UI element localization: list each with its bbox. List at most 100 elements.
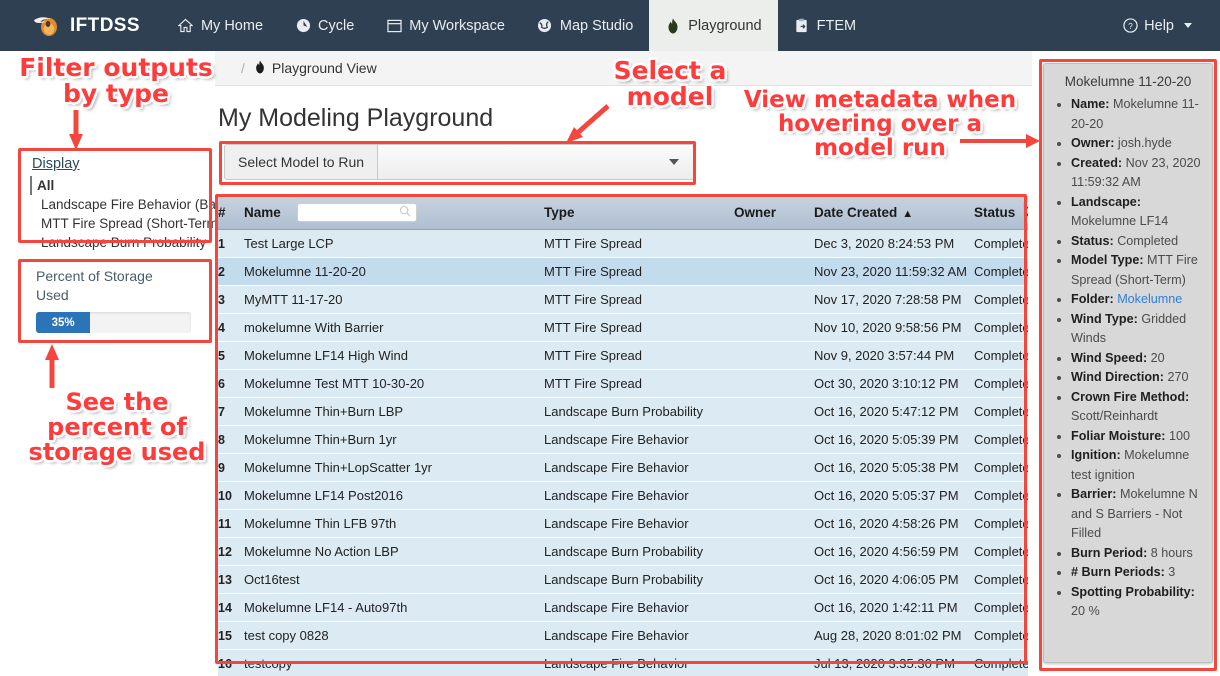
cell-owner (734, 649, 814, 676)
nav-item-cycle[interactable]: Cycle (279, 0, 370, 51)
cell-number: 3 (218, 285, 244, 314)
brand-logo-group[interactable]: IFTDSS (0, 0, 162, 51)
filter-item-landscape-burn-probability[interactable]: Landscape Burn Probability (32, 233, 212, 252)
table-row[interactable]: 8 Mokelumne Thin+Burn 1yr Landscape Fire B… (218, 425, 1028, 454)
storage-label-line1: Percent of Storage (36, 268, 153, 284)
model-runs-table: # Name Type Owner Date Created ▲ Status … (218, 196, 1028, 676)
table-row[interactable]: 14 Mokelumne LF14 - Auto97th Landscape Fir… (218, 593, 1028, 622)
metadata-key: Burn Period: (1071, 545, 1151, 560)
cell-name: Mokelumne 11-20-20 (244, 257, 544, 286)
column-header-date-created[interactable]: Date Created ▲ (814, 196, 974, 230)
breadcrumb-item-playground-view[interactable]: Playground View (254, 60, 377, 77)
filter-item-landscape-fire-behavior[interactable]: Landscape Fire Behavior (Basic) (32, 195, 237, 214)
cell-status: Completed (974, 621, 1028, 650)
nav-item-my-workspace[interactable]: My Workspace (370, 0, 521, 51)
cell-name: Mokelumne LF14 High Wind (244, 341, 544, 370)
cell-status: Completed (974, 369, 1028, 398)
metadata-value: 100 (1168, 428, 1190, 443)
cell-name: Mokelumne Thin LFB 97th (244, 509, 544, 538)
name-search-input[interactable] (296, 203, 417, 222)
cell-date: Aug 28, 2020 8:01:02 PM (814, 621, 974, 650)
cell-owner (734, 481, 814, 510)
storage-usage-panel: Percent of Storage Used 35% (22, 263, 212, 343)
nav-item-map-studio[interactable]: Map Studio (521, 0, 649, 51)
metadata-list: Name: Mokelumne 11-20-20Owner: josh.hyde… (1054, 95, 1202, 622)
table-row[interactable]: 3 MyMTT 11-17-20 MTT Fire Spread Nov 17, 20… (218, 285, 1028, 314)
table-row[interactable]: 15 test copy 0828 Landscape Fire Behavior A… (218, 621, 1028, 650)
metadata-key: Model Type: (1071, 253, 1148, 267)
filter-item-all[interactable]: All (30, 176, 212, 195)
table-row[interactable]: 2 Mokelumne 11-20-20 MTT Fire Spread Nov 23… (218, 257, 1028, 286)
metadata-key: Wind Type: (1071, 311, 1142, 326)
cell-name: test copy 0828 (244, 621, 544, 650)
model-run-metadata-panel: Mokelumne 11-20-20 Name: Mokelumne 11-20… (1043, 63, 1213, 663)
window-icon (386, 18, 402, 34)
metadata-key: Barrier: (1071, 487, 1120, 501)
table-row[interactable]: 1 Test Large LCP MTT Fire Spread Dec 3, 202… (218, 229, 1028, 258)
column-header-status-label[interactable]: Status (974, 205, 1015, 220)
storage-progress-bar: 35% (36, 312, 191, 333)
table-row[interactable]: 10 Mokelumne LF14 Post2016 Landscape Fire … (218, 481, 1028, 510)
display-filter-title[interactable]: Display (32, 156, 80, 172)
nav-label-map-studio: Map Studio (559, 17, 634, 34)
cell-number: 12 (218, 537, 244, 566)
cell-owner (734, 565, 814, 594)
table-row[interactable]: 5 Mokelumne LF14 High Wind MTT Fire Spread… (218, 341, 1028, 370)
cell-owner (734, 425, 814, 454)
nav-item-playground[interactable]: Playground (649, 0, 778, 51)
column-header-name-label[interactable]: Name (244, 205, 281, 220)
cell-name: Mokelumne No Action LBP (244, 537, 544, 566)
metadata-title: Mokelumne 11-20-20 (1064, 74, 1192, 89)
cell-date: Oct 16, 2020 4:58:26 PM (814, 509, 974, 538)
cell-number: 5 (218, 341, 244, 370)
cell-type: Landscape Fire Behavior (544, 453, 734, 482)
cell-type: Landscape Burn Probability (544, 565, 734, 594)
cell-name: testcopy (244, 649, 544, 676)
table-row[interactable]: 7 Mokelumne Thin+Burn LBP Landscape Burn P… (218, 397, 1028, 426)
cell-name: Oct16test (244, 565, 544, 594)
metadata-value: 8 hours (1150, 545, 1193, 560)
metadata-value: 20 % (1071, 604, 1100, 618)
metadata-item: Created: Nov 23, 2020 11:59:32 AM (1071, 154, 1202, 193)
table-row[interactable]: 9 Mokelumne Thin+LopScatter 1yr Landscape … (218, 453, 1028, 482)
metadata-item: Wind Type: Gridded Winds (1071, 310, 1202, 349)
table-row[interactable]: 4 mokelumne With Barrier MTT Fire Spread No… (218, 313, 1028, 342)
table-row[interactable]: 11 Mokelumne Thin LFB 97th Landscape Fire … (218, 509, 1028, 538)
cell-number: 6 (218, 369, 244, 398)
cell-type: MTT Fire Spread (544, 285, 734, 314)
cell-name: Mokelumne LF14 Post2016 (244, 481, 544, 510)
table-row[interactable]: 16 testcopy Landscape Fire Behavior Jul 13,… (218, 649, 1028, 676)
filter-item-mtt-fire-spread[interactable]: MTT Fire Spread (Short-Term) (32, 214, 222, 233)
cell-owner (734, 369, 814, 398)
table-row[interactable]: 13 Oct16test Landscape Burn Probability Oct… (218, 565, 1028, 594)
column-header-owner[interactable]: Owner (734, 196, 814, 230)
nav-item-my-home[interactable]: My Home (162, 0, 279, 51)
cell-number: 1 (218, 229, 244, 258)
table-row[interactable]: 6 Mokelumne Test MTT 10-30-20 MTT Fire Spr… (218, 369, 1028, 398)
left-sidebar (0, 51, 215, 676)
cell-type: Landscape Fire Behavior (544, 649, 734, 676)
cell-name: Test Large LCP (244, 229, 544, 258)
column-header-type[interactable]: Type (544, 196, 734, 230)
metadata-value[interactable]: Mokelumne (1117, 292, 1182, 306)
nav-label-my-home: My Home (200, 17, 264, 34)
cell-owner (734, 593, 814, 622)
metadata-item: Foliar Moisture: 100 (1071, 427, 1202, 447)
cell-date: Oct 16, 2020 4:06:05 PM (814, 565, 974, 594)
nav-right-group: ? Help (1122, 0, 1220, 51)
metadata-item: Spotting Probability: 20 % (1071, 583, 1202, 622)
column-header-name: Name (244, 196, 544, 230)
cell-owner (734, 509, 814, 538)
nav-item-ftem[interactable]: FTEM (778, 0, 872, 51)
help-menu-button[interactable]: ? Help (1122, 18, 1192, 34)
metadata-key: Status: (1071, 233, 1118, 248)
metadata-value: Scott/Reinhardt (1071, 409, 1158, 423)
model-select-dropdown[interactable] (377, 144, 694, 180)
cell-date: Oct 16, 2020 5:05:37 PM (814, 481, 974, 510)
breadcrumb-current-label: Playground View (271, 60, 377, 76)
metadata-key: Created: (1071, 155, 1126, 170)
table-row[interactable]: 12 Mokelumne No Action LBP Landscape Burn … (218, 537, 1028, 566)
column-header-number[interactable]: # (218, 196, 244, 230)
cell-number: 13 (218, 565, 244, 594)
refresh-button[interactable] (1023, 201, 1028, 224)
